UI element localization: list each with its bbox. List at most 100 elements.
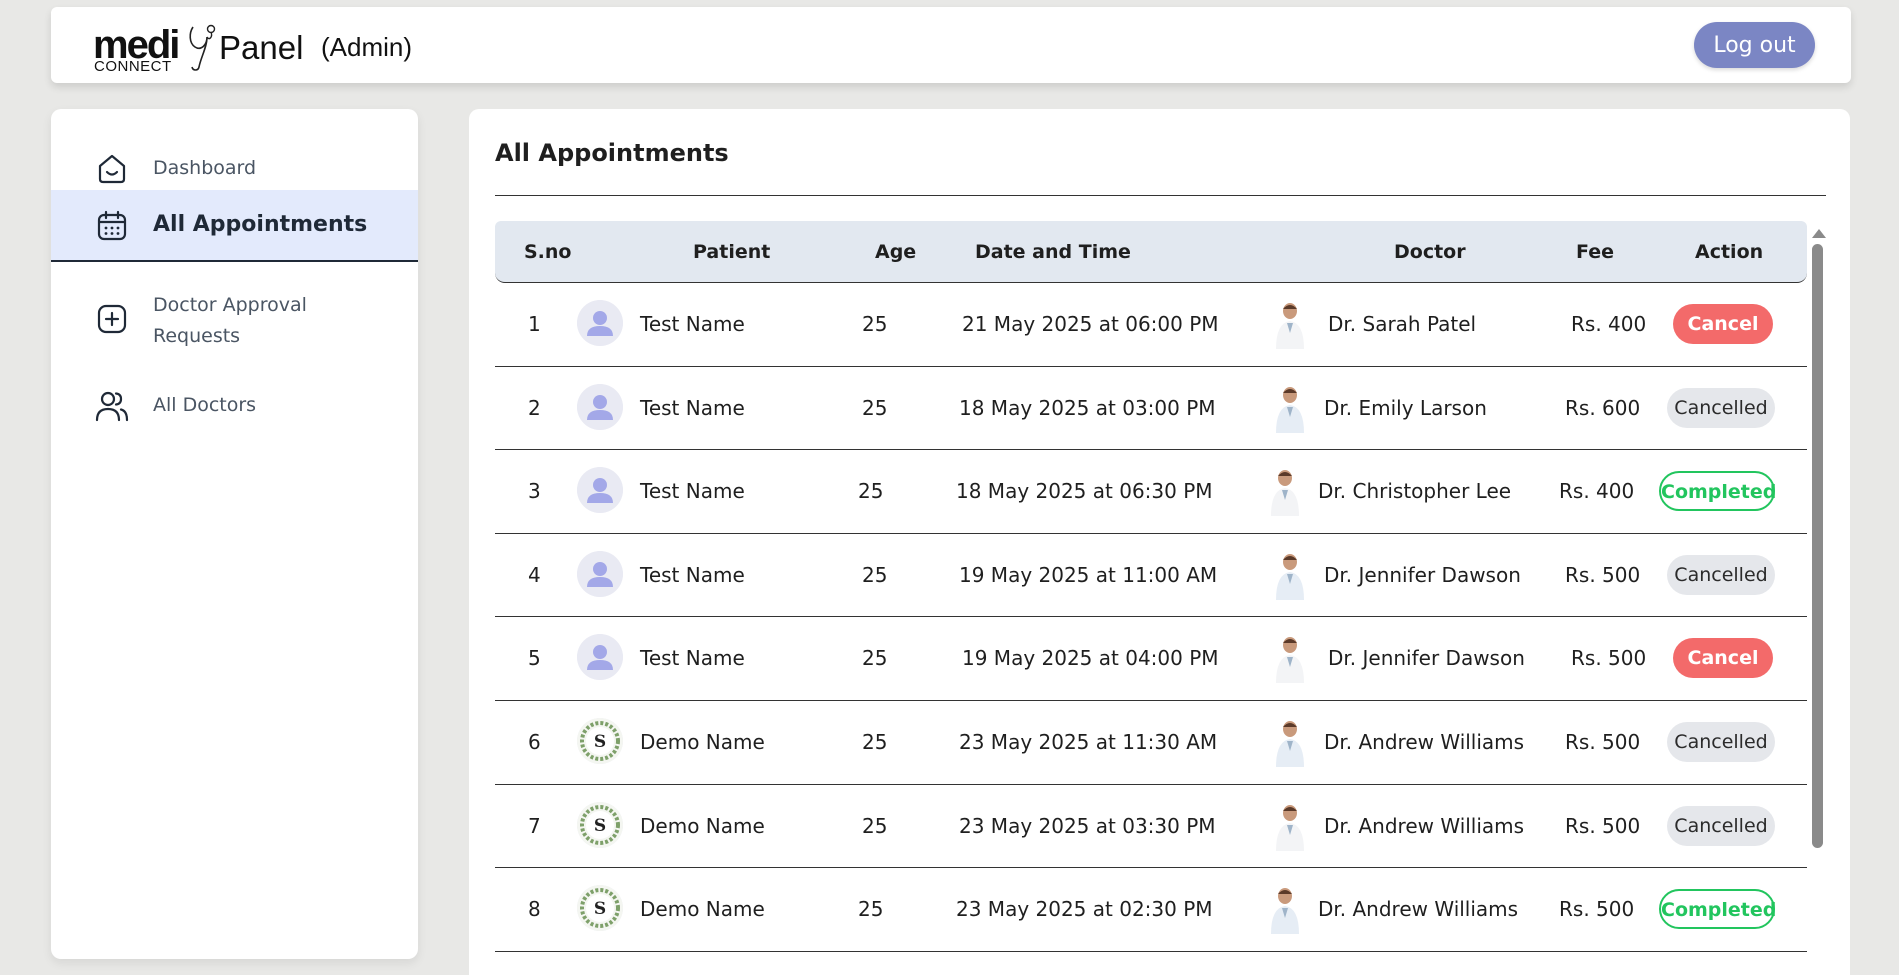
appointment-fee: Rs. 500 — [1565, 562, 1641, 587]
row-sno: 3 — [528, 479, 541, 504]
sidebar-item-label: Dashboard — [153, 157, 257, 179]
doctor-name: Dr. Jennifer Dawson — [1328, 646, 1525, 671]
svg-text:S: S — [594, 899, 606, 919]
column-header-fee: Fee — [1576, 241, 1614, 263]
cancelled-action-button[interactable]: Cancelled — [1667, 721, 1775, 762]
patient-name: Demo Name — [640, 813, 765, 838]
sidebar-item-label: All Appointments — [153, 212, 368, 237]
cancelled-action-button[interactable]: Cancelled — [1667, 387, 1775, 428]
appointment-fee: Rs. 500 — [1559, 897, 1635, 922]
patient-age: 25 — [862, 562, 888, 587]
patient-name: Demo Name — [640, 729, 765, 754]
sidebar-item-all-doctors[interactable]: All Doctors — [51, 378, 418, 434]
scrollbar-thumb[interactable] — [1812, 244, 1823, 848]
svg-text:S: S — [594, 816, 606, 836]
row-sno: 2 — [528, 395, 541, 420]
appointment-fee: Rs. 400 — [1571, 312, 1647, 336]
row-sno: 5 — [528, 646, 541, 671]
sidebar-item-label: All Doctors — [153, 394, 257, 416]
table-body: 1 Test Name 25 21 May 2025 at 06:00 PM Dr. S… — [495, 283, 1807, 952]
doctor-avatar — [1263, 884, 1307, 935]
patient-avatar: S — [577, 717, 623, 764]
patient-avatar: S — [577, 801, 623, 848]
doctor-avatar — [1268, 801, 1312, 851]
patient-avatar: S — [577, 885, 623, 932]
patient-name: Test Name — [640, 646, 745, 671]
completed-action-button[interactable]: Completed — [1659, 471, 1776, 512]
svg-text:S: S — [594, 732, 606, 752]
doctor-name: Dr. Andrew Williams — [1324, 813, 1525, 838]
logout-button[interactable]: Log out — [1694, 22, 1815, 68]
appointment-datetime: 19 May 2025 at 11:00 AM — [959, 562, 1218, 587]
doctor-avatar — [1268, 299, 1312, 349]
row-sno: 4 — [528, 562, 541, 587]
patient-avatar — [577, 300, 623, 346]
patient-age: 25 — [858, 479, 884, 504]
patient-age: 25 — [862, 646, 888, 671]
calendar-icon — [97, 210, 127, 241]
patient-age: 25 — [858, 897, 884, 922]
doctor-avatar — [1268, 550, 1312, 600]
patient-age: 25 — [862, 395, 888, 420]
doctor-name: Dr. Christopher Lee — [1318, 479, 1512, 504]
patient-age: 25 — [862, 729, 888, 754]
table-row: 2 Test Name 25 18 May 2025 at 03:00 PM Dr. E… — [495, 367, 1807, 451]
doctor-name: Dr. Jennifer Dawson — [1324, 562, 1521, 587]
top-bar: medi CONNECT Panel (Admin) Log out — [51, 7, 1851, 83]
patient-avatar — [577, 550, 623, 597]
row-sno: 1 — [528, 312, 541, 336]
sidebar-item-doctor-approval-requests[interactable]: Doctor Approval Requests — [51, 281, 418, 357]
column-header-patient: Patient — [693, 241, 771, 263]
patient-name: Demo Name — [640, 897, 765, 922]
cancelled-action-button[interactable]: Cancelled — [1667, 805, 1775, 846]
sidebar: Dashboard All Appointments Doctor Approv… — [51, 109, 418, 959]
scroll-up-arrow[interactable] — [1812, 229, 1826, 238]
doctor-avatar — [1268, 633, 1312, 684]
main-panel: All Appointments S.no Patient Age Date a… — [469, 109, 1850, 975]
doctor-avatar — [1263, 466, 1307, 517]
appointment-datetime: 23 May 2025 at 11:30 AM — [959, 729, 1218, 754]
doctor-avatar — [1268, 717, 1312, 767]
patient-name: Test Name — [640, 562, 745, 587]
appointment-datetime: 18 May 2025 at 06:30 PM — [956, 479, 1213, 504]
doctor-name: Dr. Emily Larson — [1324, 395, 1487, 420]
users-icon — [95, 391, 129, 422]
appointment-fee: Rs. 400 — [1559, 479, 1635, 504]
row-sno: 7 — [528, 813, 541, 838]
appointment-fee: Rs. 500 — [1565, 729, 1641, 754]
patient-age: 25 — [862, 312, 888, 336]
divider — [495, 195, 1826, 196]
brand-subtitle: CONNECT — [94, 58, 172, 75]
table-row: 8 S Demo Name 25 23 May 2025 at 02:30 PM Dr. … — [495, 868, 1807, 952]
appointment-fee: Rs. 500 — [1571, 646, 1647, 671]
stethoscope-icon — [189, 24, 216, 71]
table-row: 6 S Demo Name 25 23 May 2025 at 11:30 AM Dr. … — [495, 701, 1807, 785]
column-header-action: Action — [1695, 241, 1764, 263]
brand-panel: Panel — [219, 29, 304, 66]
completed-action-button[interactable]: Completed — [1659, 889, 1776, 930]
table-row: 3 Test Name 25 18 May 2025 at 06:30 PM Dr. C… — [495, 450, 1807, 534]
sidebar-item-all-appointments[interactable]: All Appointments — [51, 190, 418, 262]
appointment-datetime: 21 May 2025 at 06:00 PM — [962, 312, 1219, 336]
patient-name: Test Name — [640, 479, 745, 504]
column-header-sno: S.no — [524, 241, 572, 263]
add-square-icon — [97, 304, 127, 334]
cancel-action-button[interactable]: Cancel — [1673, 638, 1773, 679]
patient-age: 25 — [862, 813, 888, 838]
doctor-name: Dr. Andrew Williams — [1318, 897, 1519, 922]
home-icon — [98, 154, 126, 184]
doctor-name: Dr. Andrew Williams — [1324, 729, 1525, 754]
cancelled-action-button[interactable]: Cancelled — [1667, 554, 1775, 595]
appointment-datetime: 18 May 2025 at 03:00 PM — [959, 395, 1216, 420]
patient-avatar — [577, 467, 623, 514]
patient-name: Test Name — [640, 395, 745, 420]
table-row: 7 S Demo Name 25 23 May 2025 at 03:30 PM Dr. … — [495, 785, 1807, 869]
table-row: 4 Test Name 25 19 May 2025 at 11:00 AM Dr. J… — [495, 534, 1807, 618]
appointment-datetime: 19 May 2025 at 04:00 PM — [962, 646, 1219, 671]
row-sno: 6 — [528, 729, 541, 754]
column-header-age: Age — [875, 241, 917, 263]
appointment-fee: Rs. 600 — [1565, 395, 1641, 420]
appointments-table: S.no Patient Age Date and Time Doctor Fe… — [495, 221, 1807, 952]
cancel-action-button[interactable]: Cancel — [1673, 304, 1773, 344]
patient-avatar — [577, 634, 623, 681]
